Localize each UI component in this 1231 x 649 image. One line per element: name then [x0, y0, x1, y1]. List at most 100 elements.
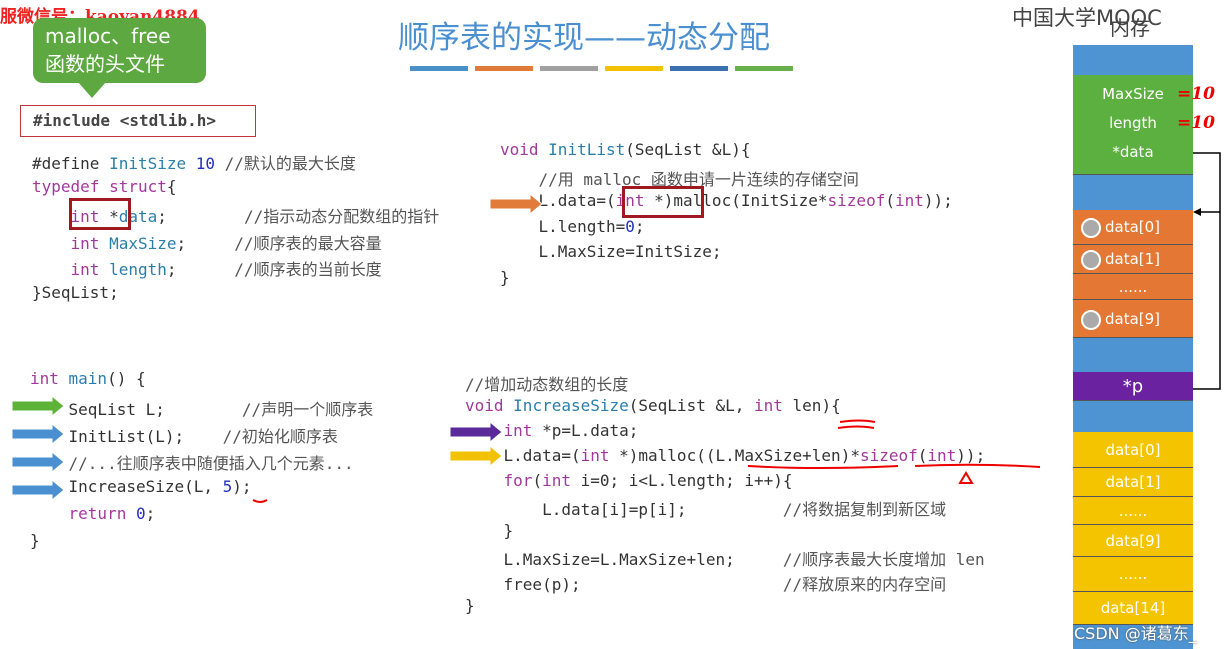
- code-token: int: [754, 396, 783, 415]
- code-token: ));: [923, 191, 953, 210]
- highlight-cast: [622, 186, 704, 218]
- code-line: void IncreaseSize(SeqList &L, int len){: [465, 396, 841, 415]
- code-token: //初始化顺序表: [222, 427, 338, 446]
- code-token: #define: [32, 154, 110, 173]
- code-token: ;: [145, 504, 156, 523]
- element-circle-icon: [1081, 249, 1101, 270]
- callout-line2: 函数的头文件: [45, 52, 165, 76]
- memory-new-cell: ......: [1073, 497, 1193, 525]
- code-token: ;: [176, 233, 235, 253]
- code-token: int: [32, 260, 110, 279]
- code-line: }: [465, 596, 475, 615]
- code-token: ));: [956, 446, 986, 465]
- code-token: sizeof: [859, 446, 918, 465]
- title-underline: [410, 66, 800, 71]
- code-token: L.data=(: [500, 191, 616, 210]
- handwritten-value: =10: [1177, 113, 1215, 133]
- code-token: (SeqList &L,: [628, 396, 754, 415]
- memory-column: MaxSize =10 length =10 *data data[0] data[1]…: [1073, 45, 1215, 649]
- highlight-int-pointer: [69, 198, 131, 230]
- code-token: sizeof: [827, 191, 886, 210]
- code-token: (: [885, 191, 895, 210]
- handwritten-underline-maxsize: [747, 465, 899, 469]
- code-token: InitList(L);: [30, 427, 223, 446]
- title-bar-segment: [540, 66, 598, 71]
- memory-new-cell: data[1]: [1073, 468, 1193, 497]
- code-token: IncreaseSize: [513, 396, 629, 415]
- memory-old-cell: data[9]: [1073, 300, 1193, 338]
- code-token: *p=L.data;: [542, 421, 639, 440]
- code-line: int length; //顺序表的当前长度: [32, 256, 382, 280]
- code-token: ;: [634, 216, 645, 236]
- memory-old-cell: data[1]: [1073, 245, 1193, 274]
- handwritten-underline-5: [252, 499, 268, 503]
- memory-pointer-p: *p: [1073, 372, 1193, 401]
- code-token: void: [500, 140, 549, 159]
- code-token: );: [232, 477, 252, 496]
- title-bar-segment: [475, 66, 533, 71]
- code-token: int: [542, 471, 571, 490]
- include-box: #include <stdlib.h>: [20, 105, 256, 137]
- element-circle-icon: [1081, 217, 1101, 238]
- code-token: L.MaxSize=InitSize;: [500, 242, 722, 261]
- code-token: int: [927, 446, 957, 465]
- code-token: //声明一个顺序表: [241, 400, 374, 419]
- code-token: int: [32, 233, 110, 253]
- credit: CSDN @诸葛东_: [1074, 624, 1197, 643]
- code-line: L.length=0;: [500, 217, 645, 236]
- code-line: int *p=L.data;: [465, 421, 639, 440]
- code-line: free(p); //释放原来的内存空间: [465, 571, 947, 595]
- code-token: length: [109, 260, 167, 279]
- title-bar-segment: [670, 66, 728, 71]
- code-token: //顺序表的最大容量: [234, 233, 382, 253]
- code-token: }: [465, 596, 475, 615]
- memory-new-cell: ......: [1073, 557, 1193, 592]
- code-token: int: [30, 369, 69, 388]
- handwritten-underline-sizeof: [914, 463, 1041, 468]
- code-line: L.MaxSize=InitSize;: [500, 242, 722, 261]
- code-line: //...往顺序表中随便插入几个元素...: [30, 450, 354, 474]
- code-token: len){: [782, 396, 841, 415]
- struct-field: MaxSize =10: [1073, 80, 1215, 109]
- code-token: i=0; i<L.length; i++){: [570, 471, 793, 490]
- code-token: ;: [157, 207, 244, 226]
- code-line: }: [500, 268, 510, 287]
- code-token: 5: [222, 477, 233, 496]
- title-bar-segment: [605, 66, 663, 71]
- code-token: }: [465, 521, 514, 540]
- code-token: for: [465, 471, 533, 490]
- code-token: {: [166, 176, 177, 196]
- code-token: InitSize: [109, 154, 196, 173]
- callout-line1: malloc、free: [45, 24, 171, 48]
- memory-label: 内存: [1110, 16, 1150, 40]
- code-token: (: [532, 471, 543, 490]
- code-line: L.data=(int *)malloc(InitSize*sizeof(int…: [500, 191, 953, 210]
- element-circle-icon: [1081, 309, 1101, 330]
- code-line: void InitList(SeqList &L){: [500, 140, 750, 159]
- code-token: main: [68, 369, 108, 388]
- code-token: L.data[i]=p[i];: [465, 500, 783, 519]
- page-title: 顺序表的实现——动态分配: [398, 20, 770, 56]
- handwritten-value: =10: [1177, 84, 1215, 104]
- pointer-data-arrowhead: [1193, 208, 1201, 216]
- code-line: IncreaseSize(L, 5);: [30, 477, 252, 496]
- code-token: return: [30, 504, 136, 523]
- code-token: int: [465, 421, 543, 440]
- code-token: //将数据复制到新区域: [782, 500, 947, 519]
- code-token: }SeqList;: [32, 282, 119, 302]
- code-token: 0: [625, 216, 635, 236]
- memory-struct-block: MaxSize =10 length =10 *data: [1073, 75, 1215, 175]
- code-token: int: [894, 191, 924, 210]
- code-token: L.data=(: [465, 446, 581, 465]
- callout-tail: [78, 82, 106, 98]
- code-token: (: [917, 446, 928, 465]
- code-token: typedef struct: [32, 176, 167, 196]
- handwritten-underline-len: [837, 419, 876, 429]
- code-token: ;: [166, 260, 235, 279]
- code-line: }SeqList;: [32, 283, 119, 302]
- code-token: //指示动态分配数组的指针: [243, 207, 440, 226]
- code-token: *)malloc((L.MaxSize+len)*: [609, 446, 860, 465]
- code-line: L.data[i]=p[i]; //将数据复制到新区域: [465, 496, 946, 520]
- code-token: L.MaxSize=L.MaxSize+len;: [465, 550, 783, 569]
- code-line: #define InitSize 10 //默认的最大长度: [32, 150, 356, 174]
